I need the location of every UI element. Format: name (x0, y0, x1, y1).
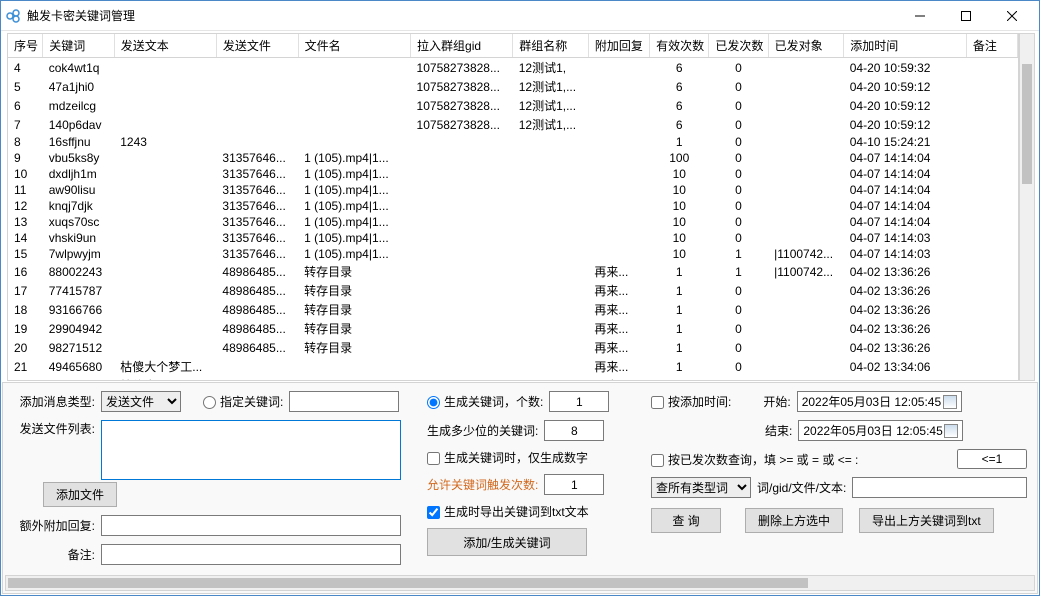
table-row[interactable]: 2149465680枯傻大个梦工...再来...1004-02 13:34:06 (8, 357, 1018, 376)
column-header[interactable]: 已发次数 (709, 34, 768, 58)
horizontal-scrollbar[interactable] (5, 575, 1035, 591)
column-header[interactable]: 序号 (8, 34, 43, 58)
column-header[interactable]: 群组名称 (513, 34, 589, 58)
table-row[interactable]: 192990494248986485...转存目录再来...1004-02 13… (8, 319, 1018, 338)
add-file-button[interactable]: 添加文件 (43, 482, 117, 507)
add-generate-button[interactable]: 添加/生成关键词 (427, 528, 587, 556)
window-title: 触发卡密关键词管理 (27, 7, 897, 24)
table-row[interactable]: 9vbu5ks8y31357646...1 (105).mp4|1...1000… (8, 150, 1018, 166)
column-header[interactable]: 有效次数 (650, 34, 709, 58)
table-row[interactable]: 168800224348986485...转存目录再来...11|1100742… (8, 262, 1018, 281)
calendar-icon (943, 395, 957, 409)
title-bar: 触发卡密关键词管理 (1, 1, 1039, 31)
query-button[interactable]: 查 询 (651, 508, 721, 533)
column-header[interactable]: 添加时间 (844, 34, 967, 58)
table-row[interactable]: 10dxdljh1m31357646...1 (105).mp4|1...100… (8, 166, 1018, 182)
extra-reply-input[interactable] (101, 515, 401, 536)
column-header[interactable]: 关键词 (43, 34, 115, 58)
data-table[interactable]: 序号关键词发送文本发送文件文件名拉入群组gid群组名称附加回复有效次数已发次数已… (8, 34, 1018, 381)
data-table-container: 序号关键词发送文本发送文件文件名拉入群组gid群组名称附加回复有效次数已发次数已… (7, 33, 1019, 381)
table-row[interactable]: 7140p6dav10758273828...12测试1,...6004-20 … (8, 115, 1018, 134)
table-row[interactable]: 189316676648986485...转存目录再来...1004-02 13… (8, 300, 1018, 319)
filter-input[interactable] (852, 477, 1027, 498)
form-panel: 添加消息类型: 发送文件 指定关键词: 发送文件列表: 添加文件 额外附加回复:… (2, 382, 1038, 594)
table-row[interactable]: 209827151248986485...转存目录再来...1004-02 13… (8, 338, 1018, 357)
msgtype-select[interactable]: 发送文件 (101, 391, 181, 412)
specify-keyword-input[interactable] (289, 391, 399, 412)
calendar-icon (944, 424, 958, 438)
table-row[interactable]: 177741578748986485...转存目录再来...1004-02 13… (8, 281, 1018, 300)
delete-selected-button[interactable]: 删除上方选中 (745, 508, 843, 533)
start-label: 开始: (763, 393, 790, 410)
gen-count-input[interactable] (549, 391, 609, 412)
table-row[interactable]: 157wlpwyjm31357646...1 (105).mp4|1...101… (8, 246, 1018, 262)
remark-label: 备注: (13, 546, 95, 563)
allow-trigger-label: 允许关键词触发次数: (427, 476, 538, 493)
minimize-button[interactable] (897, 1, 943, 31)
column-header[interactable]: 发送文本 (114, 34, 216, 58)
table-row[interactable]: 14vhski9un31357646...1 (105).mp4|1...100… (8, 230, 1018, 246)
filelist-label: 发送文件列表: (13, 420, 95, 437)
gen-digits-only-checkbox[interactable]: 生成关键词时，仅生成数字 (427, 449, 588, 466)
end-date-picker[interactable]: 2022年05月03日 12:05:45 (798, 420, 963, 441)
column-header[interactable]: 备注 (966, 34, 1017, 58)
radio-generate-keyword[interactable]: 生成关键词，个数: (427, 393, 543, 410)
start-date-picker[interactable]: 2022年05月03日 12:05:45 (797, 391, 962, 412)
filelist-input[interactable] (101, 420, 401, 480)
column-header[interactable]: 拉入群组gid (411, 34, 513, 58)
app-icon (5, 8, 21, 24)
column-header[interactable]: 附加回复 (588, 34, 649, 58)
filter-label: 词/gid/文件/文本: (757, 479, 846, 496)
table-row[interactable]: 12knqj7djk31357646...1 (105).mp4|1...100… (8, 198, 1018, 214)
export-txt-button[interactable]: 导出上方关键词到txt (859, 508, 994, 533)
extra-reply-label: 额外附加回复: (13, 517, 95, 534)
by-sent-count-checkbox[interactable]: 按已发次数查询，填 >= 或 = 或 <= : (651, 451, 858, 468)
type-filter-select[interactable]: 查所有类型词 (651, 477, 751, 498)
allow-trigger-input[interactable] (544, 474, 604, 495)
radio-specify-keyword[interactable]: 指定关键词: (203, 393, 283, 410)
gen-length-input[interactable] (544, 420, 604, 441)
gen-length-label: 生成多少位的关键词: (427, 422, 538, 439)
by-add-time-checkbox[interactable]: 按添加时间: (651, 393, 731, 410)
msgtype-label: 添加消息类型: (13, 393, 95, 410)
table-row[interactable]: 4cok4wt1q10758273828...12测试1,6004-20 10:… (8, 58, 1018, 78)
column-header[interactable]: 已发对象 (768, 34, 844, 58)
column-header[interactable]: 发送文件 (216, 34, 298, 58)
sent-count-input[interactable] (957, 449, 1027, 469)
column-header[interactable]: 文件名 (298, 34, 410, 58)
remark-input[interactable] (101, 544, 401, 565)
table-row[interactable]: 547a1jhi010758273828...12测试1,...6004-20 … (8, 77, 1018, 96)
end-label: 结束: (765, 422, 792, 439)
table-row[interactable]: 816sffjnu12431004-10 15:24:21 (8, 134, 1018, 150)
table-row[interactable]: 11aw90lisu31357646...1 (105).mp4|1...100… (8, 182, 1018, 198)
vertical-scrollbar[interactable] (1019, 33, 1035, 381)
table-row[interactable]: 13xuqs70sc31357646...1 (105).mp4|1...100… (8, 214, 1018, 230)
table-row[interactable]: 6mdzeilcg10758273828...12测试1,...6004-20 … (8, 96, 1018, 115)
close-button[interactable] (989, 1, 1035, 31)
table-row[interactable]: 2286223083枯傻大个梦工...再来...1004-02 13:34:06 (8, 376, 1018, 381)
export-on-gen-checkbox[interactable]: 生成时导出关键词到txt文本 (427, 503, 589, 520)
maximize-button[interactable] (943, 1, 989, 31)
